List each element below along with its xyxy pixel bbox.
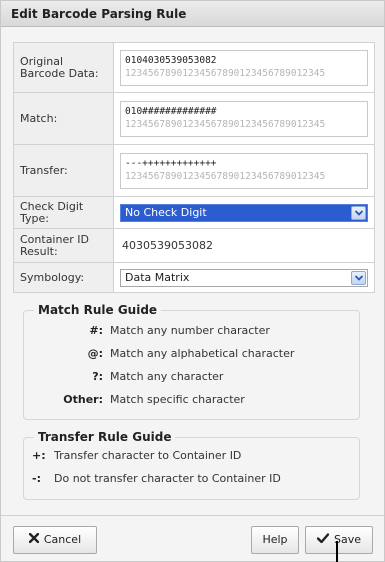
chevron-down-icon[interactable] [351, 205, 366, 220]
container-id-result: 4030539053082 [122, 239, 213, 252]
guide-row: Other: Match specific character [24, 388, 359, 411]
guide-symbol: +: [32, 449, 46, 462]
transfer-label: Transfer: [13, 144, 114, 197]
guide-description: Match any alphabetical character [110, 347, 295, 360]
close-x-icon [28, 527, 40, 553]
guide-description: Match any number character [110, 324, 270, 337]
transfer-value: ---+++++++++++++ [125, 157, 217, 169]
help-button-label: Help [262, 533, 288, 546]
match-ruler: 12345678901234567890123456789012345 [125, 118, 326, 130]
edit-barcode-rule-dialog: Edit Barcode Parsing Rule Original Barco… [0, 0, 385, 562]
guide-description: Match any character [110, 370, 224, 383]
save-button-label: Save [333, 533, 361, 546]
guide-description: Do not transfer character to Container I… [54, 472, 281, 485]
transfer-field[interactable]: ---+++++++++++++ 12345678901234567890123… [120, 152, 368, 189]
transfer-ruler: 12345678901234567890123456789012345 [125, 170, 326, 182]
original-data-label: Original Barcode Data: [13, 42, 114, 93]
guide-description: Match specific character [110, 393, 245, 406]
guide-description: Transfer character to Container ID [54, 449, 242, 462]
check-digit-label: Check Digit Type: [13, 196, 114, 229]
original-data-value: 0104030539053082 [125, 54, 217, 66]
dialog-title: Edit Barcode Parsing Rule [1, 1, 384, 27]
symbology-label: Symbology: [13, 262, 114, 293]
transfer-guide-title: Transfer Rule Guide [38, 430, 172, 444]
chevron-down-icon[interactable] [351, 270, 366, 285]
symbology-select[interactable]: Data Matrix [120, 268, 368, 287]
guide-row: @: Match any alphabetical character [24, 342, 359, 365]
transfer-rule-guide: Transfer Rule Guide +: Transfer characte… [23, 430, 360, 500]
check-digit-select[interactable]: No Check Digit [120, 203, 368, 222]
match-field[interactable]: 010############# 12345678901234567890123… [120, 100, 368, 137]
match-guide-title: Match Rule Guide [38, 303, 158, 317]
original-data-field[interactable]: 0104030539053082 12345678901234567890123… [120, 49, 368, 86]
guide-symbol: -: [32, 472, 41, 485]
check-digit-value: No Check Digit [125, 205, 207, 219]
container-id-label: Container ID Result: [13, 228, 114, 263]
dialog-footer: Cancel Help Save [1, 515, 384, 561]
guide-row: -: Do not transfer character to Containe… [24, 467, 359, 490]
cancel-button-label: Cancel [43, 533, 82, 546]
original-data-ruler: 12345678901234567890123456789012345 [125, 67, 326, 79]
guide-symbol: Other: [63, 393, 103, 406]
rule-form: Original Barcode Data: 0104030539053082 … [13, 42, 375, 293]
guide-symbol: @: [87, 347, 103, 360]
guide-row: #: Match any number character [24, 319, 359, 342]
mouse-cursor [336, 541, 338, 562]
checkmark-icon [316, 527, 330, 553]
guide-row: ?: Match any character [24, 365, 359, 388]
symbology-value: Data Matrix [125, 270, 190, 284]
guide-row: +: Transfer character to Container ID [24, 444, 359, 467]
guide-symbol: #: [89, 324, 103, 337]
guide-symbol: ?: [92, 370, 103, 383]
save-button[interactable]: Save [305, 526, 373, 554]
match-label: Match: [13, 92, 114, 145]
match-rule-guide: Match Rule Guide #: Match any number cha… [23, 303, 360, 420]
cancel-button[interactable]: Cancel [13, 526, 97, 554]
match-value: 010############# [125, 105, 217, 117]
help-button[interactable]: Help [251, 526, 299, 554]
